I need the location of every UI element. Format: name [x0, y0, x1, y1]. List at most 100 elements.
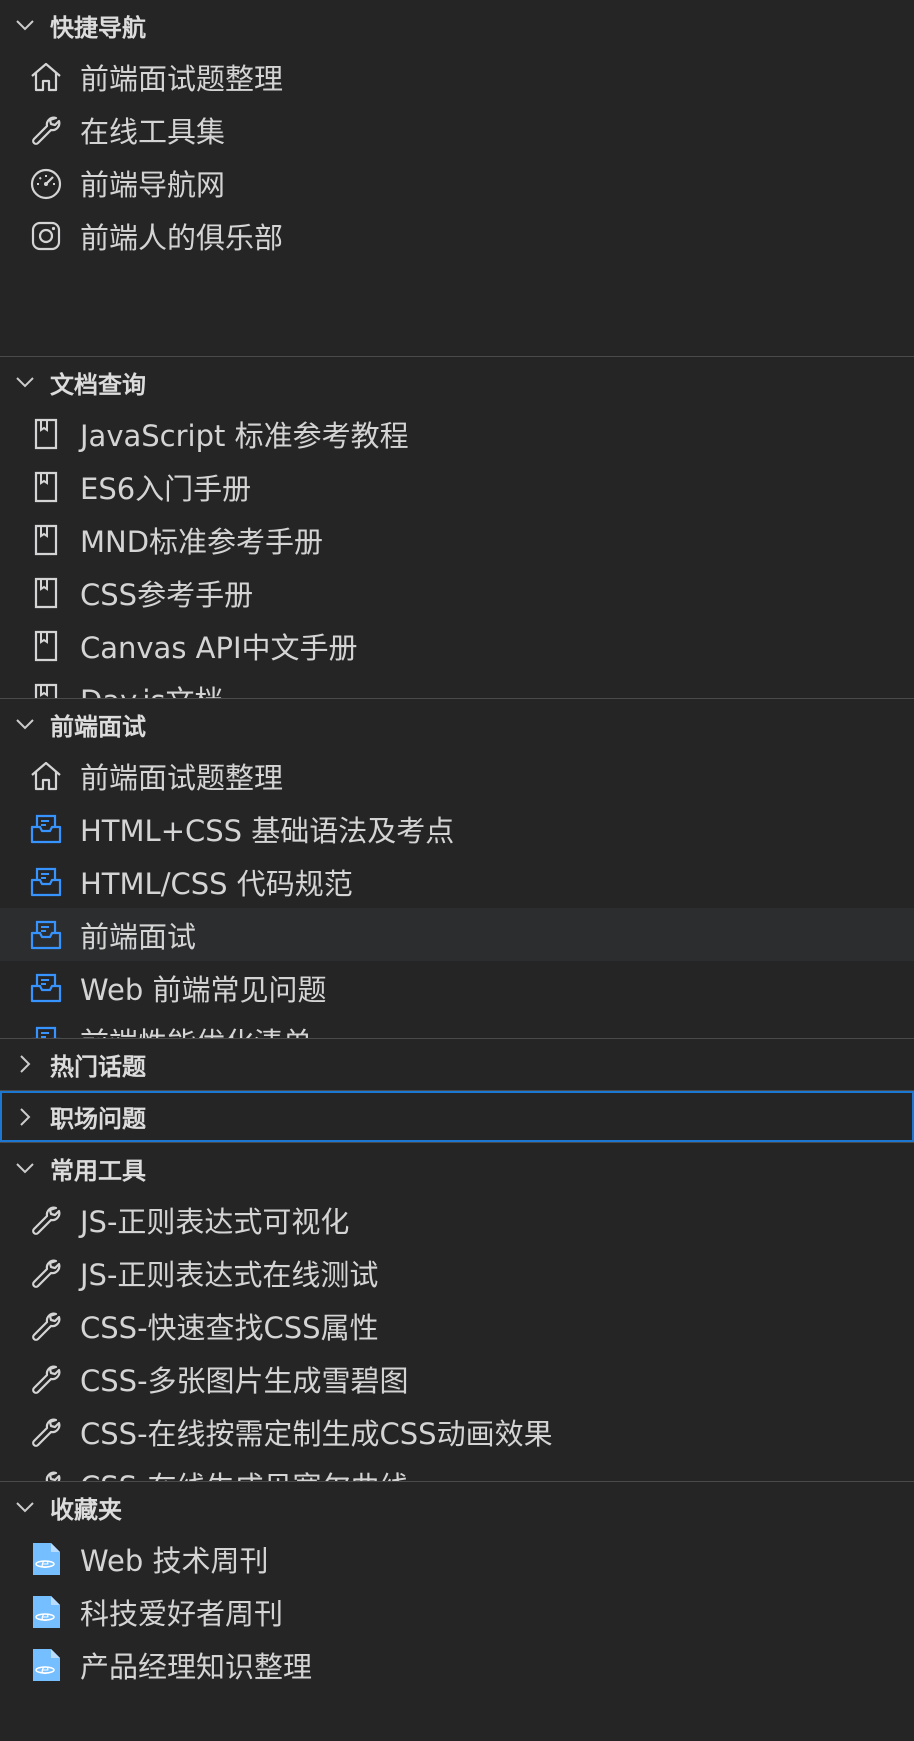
chevron-down-icon [14, 713, 36, 735]
item-label: ES6入门手册 [80, 471, 252, 506]
section-interview: 前端面试 前端面试题整理 HTML+CSS 基础语法及考点 HTML/CSS 代… [0, 698, 914, 1038]
item-label: CSS参考手册 [80, 577, 254, 612]
list-item[interactable]: JavaScript 标准参考教程 [0, 407, 914, 460]
book-icon [28, 469, 64, 505]
section-header-hot-topics[interactable]: 热门话题 [0, 1039, 914, 1089]
item-label: 前端人的俱乐部 [80, 220, 284, 255]
item-label: HTML/CSS 代码规范 [80, 866, 353, 901]
section-tools: 常用工具 JS-正则表达式可视化 JS-正则表达式在线测试 CSS-快速查找CS… [0, 1142, 914, 1481]
item-label: CSS-在线按需定制生成CSS动画效果 [80, 1416, 553, 1451]
list-item[interactable]: 前端面试题整理 [0, 50, 914, 103]
home-icon [28, 59, 64, 95]
chevron-down-icon [14, 1496, 36, 1518]
inbox-icon [28, 864, 64, 900]
book-icon [28, 681, 64, 698]
item-label: JS-正则表达式可视化 [80, 1204, 350, 1239]
item-label: CSS-快速查找CSS属性 [80, 1310, 379, 1345]
web-file-icon: e [28, 1647, 64, 1683]
svg-text:e: e [41, 1610, 49, 1625]
section-header-quick-nav[interactable]: 快捷导航 [0, 0, 914, 50]
section-title: 收藏夹 [50, 1495, 122, 1524]
list-item[interactable]: CSS参考手册 [0, 566, 914, 619]
list-item[interactable]: MND标准参考手册 [0, 513, 914, 566]
book-icon [28, 575, 64, 611]
home-icon [28, 758, 64, 794]
wrench-icon [28, 1361, 64, 1397]
list-item[interactable]: 在线工具集 [0, 103, 914, 156]
list-item[interactable]: e 科技爱好者周刊 [0, 1585, 914, 1638]
item-label: 前端面试题整理 [80, 760, 284, 795]
list-item[interactable]: Day.js文档 [0, 672, 914, 698]
section-header-docs[interactable]: 文档查询 [0, 357, 914, 407]
section-career: 职场问题 [0, 1090, 914, 1142]
list-item[interactable]: ES6入门手册 [0, 460, 914, 513]
section-title: 文档查询 [50, 370, 146, 399]
section-title: 职场问题 [50, 1105, 146, 1133]
web-file-icon: e [28, 1594, 64, 1630]
list-item[interactable]: HTML+CSS 基础语法及考点 [0, 802, 914, 855]
section-title: 常用工具 [50, 1156, 146, 1185]
web-file-icon: e [28, 1541, 64, 1577]
wrench-icon [28, 1202, 64, 1238]
item-label: 前端性能优化清单 [80, 1020, 312, 1039]
list-item[interactable]: e Web 技术周刊 [0, 1532, 914, 1585]
book-icon [28, 628, 64, 664]
section-favorites: 收藏夹 e Web 技术周刊 e 科技爱好者周刊 e 产品经理知识整理 [0, 1481, 914, 1741]
item-label: MND标准参考手册 [80, 524, 324, 559]
item-label: 产品经理知识整理 [80, 1649, 313, 1684]
list-item[interactable]: CSS-多张图片生成雪碧图 [0, 1352, 914, 1405]
chevron-right-icon [14, 1106, 36, 1128]
list-item[interactable]: 前端性能优化清单 [0, 1014, 914, 1038]
wrench-icon [28, 1414, 64, 1450]
wrench-icon [28, 1308, 64, 1344]
section-docs: 文档查询 JavaScript 标准参考教程 ES6入门手册 MND标准参考手册… [0, 356, 914, 698]
item-label: Day.js文档 [80, 678, 224, 699]
item-label: 前端面试题整理 [80, 61, 284, 96]
list-item[interactable]: Web 前端常见问题 [0, 961, 914, 1014]
item-label: JS-正则表达式在线测试 [80, 1257, 379, 1292]
list-item[interactable]: 前端人的俱乐部 [0, 209, 914, 262]
wrench-icon [28, 112, 64, 148]
list-item[interactable]: HTML/CSS 代码规范 [0, 855, 914, 908]
section-title: 快捷导航 [50, 13, 146, 42]
list-item[interactable]: Canvas API中文手册 [0, 619, 914, 672]
list-item[interactable]: 前端面试题整理 [0, 749, 914, 802]
item-label: CSS-在线生成贝塞尔曲线 [80, 1464, 409, 1482]
inbox-icon [28, 811, 64, 847]
wrench-icon [28, 1255, 64, 1291]
list-item[interactable]: 前端导航网 [0, 156, 914, 209]
book-icon [28, 522, 64, 558]
list-item[interactable]: CSS-在线生成贝塞尔曲线 [0, 1458, 914, 1481]
section-hot-topics: 热门话题 [0, 1038, 914, 1090]
item-label: Canvas API中文手册 [80, 630, 358, 665]
list-item[interactable]: CSS-在线按需定制生成CSS动画效果 [0, 1405, 914, 1458]
section-quick-nav: 快捷导航 前端面试题整理 在线工具集 前端导航网 前端人的俱乐部 [0, 0, 914, 356]
list-item[interactable]: e 产品经理知识整理 [0, 1638, 914, 1691]
item-label: JavaScript 标准参考教程 [80, 418, 409, 453]
item-label: Web 前端常见问题 [80, 972, 327, 1007]
svg-text:e: e [41, 1663, 49, 1678]
chevron-right-icon [14, 1053, 36, 1075]
section-header-interview[interactable]: 前端面试 [0, 699, 914, 749]
item-label: 在线工具集 [80, 114, 226, 149]
list-item[interactable]: 前端面试 [0, 908, 914, 961]
chevron-down-icon [14, 371, 36, 393]
item-label: 前端导航网 [80, 167, 226, 202]
item-label: 前端面试 [80, 919, 197, 954]
list-item[interactable]: CSS-快速查找CSS属性 [0, 1299, 914, 1352]
inbox-icon [28, 1023, 64, 1038]
section-header-tools[interactable]: 常用工具 [0, 1143, 914, 1193]
item-label: HTML+CSS 基础语法及考点 [80, 813, 455, 848]
section-header-favorites[interactable]: 收藏夹 [0, 1482, 914, 1532]
chevron-down-icon [14, 14, 36, 36]
inbox-icon [28, 917, 64, 953]
section-header-career[interactable]: 职场问题 [0, 1091, 914, 1142]
section-title: 热门话题 [50, 1052, 146, 1081]
list-item[interactable]: JS-正则表达式可视化 [0, 1193, 914, 1246]
instagram-icon [28, 218, 64, 254]
wrench-icon [28, 1467, 64, 1481]
list-item[interactable]: JS-正则表达式在线测试 [0, 1246, 914, 1299]
inbox-icon [28, 970, 64, 1006]
dashboard-icon [28, 165, 64, 201]
chevron-down-icon [14, 1157, 36, 1179]
